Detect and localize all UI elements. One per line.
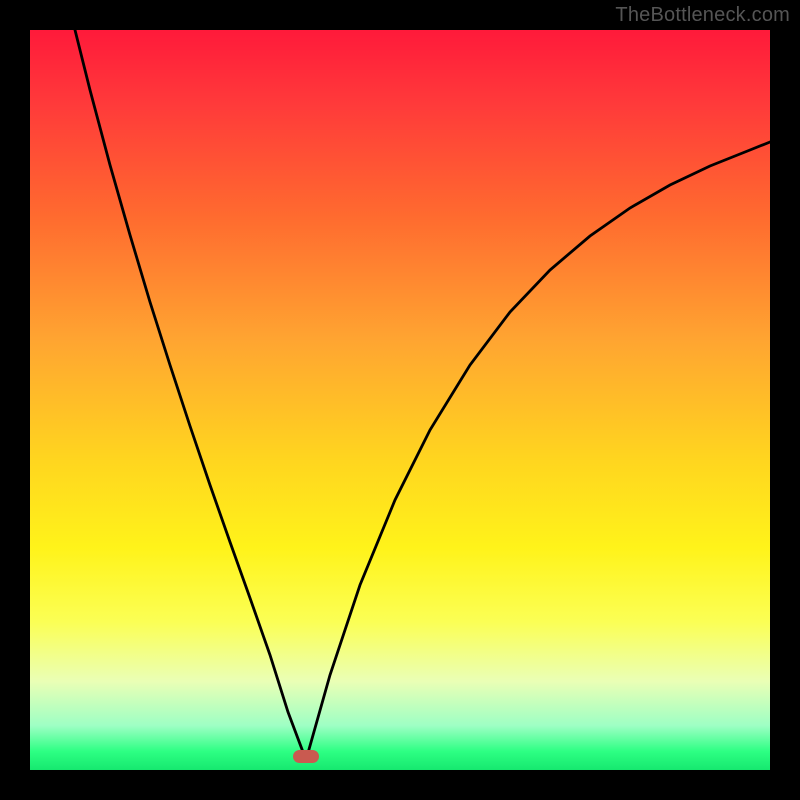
- curve-layer: [30, 30, 770, 770]
- minimum-marker: [293, 750, 319, 763]
- plot-area: [30, 30, 770, 770]
- curve-right-branch: [306, 142, 770, 760]
- curve-left-branch: [75, 30, 306, 760]
- watermark-text: TheBottleneck.com: [615, 4, 790, 27]
- chart-frame: TheBottleneck.com: [0, 0, 800, 800]
